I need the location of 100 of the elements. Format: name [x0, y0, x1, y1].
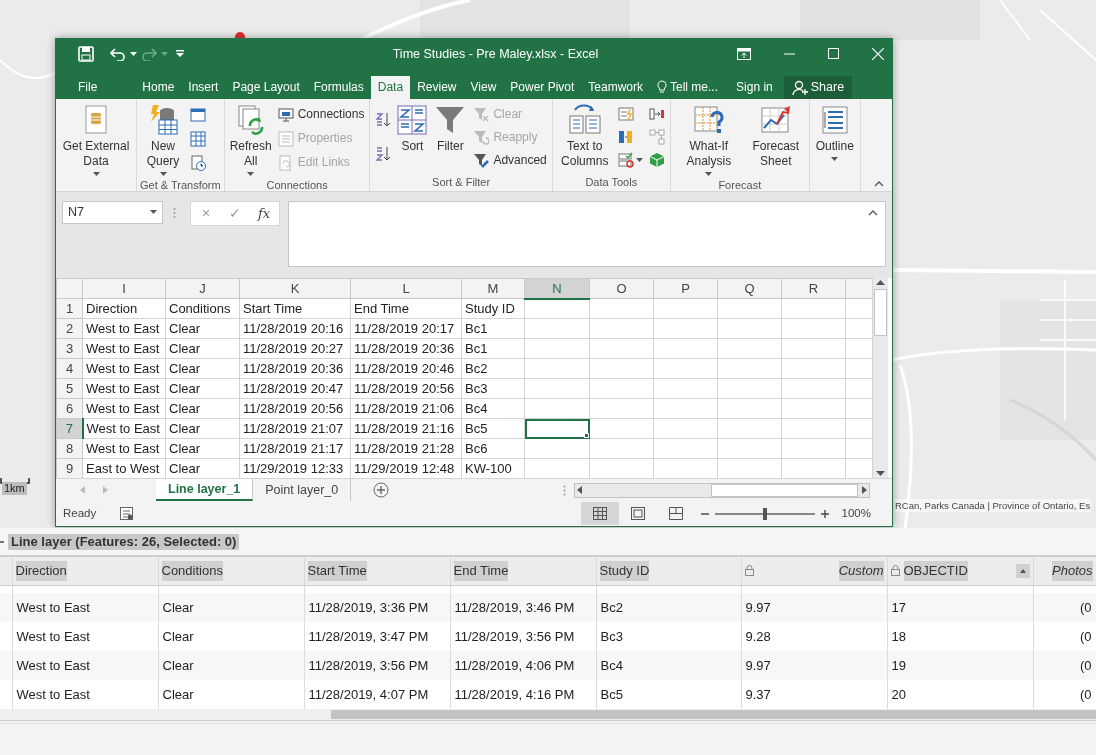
sheet-cell[interactable]: 11/28/2019 20:56 — [239, 398, 351, 419]
sheet-cell[interactable]: End Time — [350, 298, 462, 319]
table-icon[interactable] — [190, 130, 206, 147]
page-break-icon[interactable] — [668, 507, 683, 521]
column-header[interactable]: M — [461, 278, 525, 299]
down-arrow-icon[interactable] — [876, 471, 885, 477]
sheet-cell[interactable]: 11/28/2019 20:16 — [239, 318, 351, 339]
row-header[interactable]: 2 — [56, 318, 83, 339]
ribbon-button[interactable]: Filter — [431, 101, 470, 175]
ribbon-options-icon[interactable] — [737, 47, 751, 60]
sheet-cell[interactable]: 11/28/2019 21:16 — [350, 418, 462, 439]
column-header[interactable]: Custom — [838, 561, 884, 581]
ribbon-tab[interactable]: View — [463, 75, 504, 99]
column-header[interactable]: P — [653, 278, 718, 299]
ribbon-button[interactable]: Forecast Sheet — [745, 101, 806, 178]
column-header[interactable]: J — [165, 278, 240, 299]
column-header[interactable]: Start Time — [307, 561, 367, 581]
zoom-percent[interactable]: 100% — [841, 504, 871, 523]
sheet-cell[interactable]: Clear — [165, 318, 240, 339]
sheet-cell[interactable]: 11/28/2019 20:36 — [350, 338, 462, 359]
ribbon-button[interactable]: Advanced — [471, 151, 549, 170]
sheet-cell[interactable]: 11/28/2019 20:46 — [350, 358, 462, 379]
column-header[interactable]: N — [524, 278, 590, 299]
horizontal-scrollbar[interactable] — [0, 709, 1096, 721]
ribbon-tab[interactable]: File — [62, 75, 114, 99]
ribbon-button[interactable]: Connections — [275, 105, 367, 124]
sheet-cell[interactable]: West to East — [82, 398, 166, 419]
sheet-cell[interactable]: Direction — [82, 298, 166, 319]
column-header[interactable]: L — [350, 278, 462, 299]
row-header[interactable]: 5 — [56, 378, 83, 399]
horizontal-scrollbar[interactable] — [574, 482, 870, 498]
scrollbar-thumb[interactable] — [874, 289, 887, 337]
sheet-cell[interactable]: West to East — [82, 438, 166, 459]
sheet-cell[interactable]: 11/28/2019 20:47 — [239, 378, 351, 399]
ribbon-button[interactable]: Outline — [812, 101, 857, 175]
ribbon-button[interactable]: Text to Columns — [555, 101, 614, 175]
ribbon-tab[interactable]: Home — [135, 75, 182, 99]
right-arrow-icon[interactable] — [862, 486, 867, 495]
sheet-cell[interactable]: Bc2 — [461, 358, 525, 379]
validation-icon[interactable] — [617, 152, 634, 169]
ribbon-tab[interactable]: Power Pivot — [503, 75, 582, 99]
sheet-cell[interactable]: Study ID — [461, 298, 525, 319]
ribbon-button[interactable]: New Query — [140, 101, 186, 178]
close-icon[interactable] — [872, 47, 884, 60]
row-header[interactable]: 9 — [56, 458, 83, 479]
ribbon-button[interactable]: What-If Analysis — [673, 101, 744, 178]
ribbon-tab[interactable]: Formulas — [306, 75, 371, 99]
sheet-cell[interactable]: Bc3 — [461, 378, 525, 399]
fill-handle[interactable] — [584, 433, 589, 438]
sheet-cell[interactable]: 11/28/2019 20:56 — [350, 378, 462, 399]
sheet-cell[interactable]: 11/28/2019 21:07 — [239, 418, 351, 439]
save-icon[interactable] — [78, 45, 94, 62]
expand-icon[interactable] — [868, 209, 878, 216]
column-header[interactable]: O — [589, 278, 654, 299]
sheet-cell[interactable]: Clear — [165, 358, 240, 379]
sheet-cell[interactable]: Bc5 — [461, 418, 525, 439]
sheet-cell[interactable]: 11/28/2019 21:17 — [239, 438, 351, 459]
sort-ascending-icon[interactable] — [375, 111, 392, 128]
caret-icon[interactable] — [635, 158, 643, 163]
collapse-icon[interactable] — [874, 180, 884, 187]
ribbon-tab[interactable]: Page Layout — [225, 75, 307, 99]
sheet-cell[interactable]: Conditions — [165, 298, 240, 319]
column-header[interactable]: I — [82, 278, 166, 299]
row-header[interactable]: 1 — [56, 298, 83, 319]
sheet-cell[interactable]: West to East — [82, 338, 166, 359]
row-header[interactable]: 4 — [56, 358, 83, 379]
sheet-cell[interactable]: Bc1 — [461, 318, 525, 339]
insert-function-button[interactable]: fx — [251, 201, 277, 225]
sheet-cell[interactable]: West to East — [82, 358, 166, 379]
column-header[interactable]: Photos — [1052, 561, 1093, 581]
name-box[interactable]: N7 — [62, 200, 163, 224]
sheet-cell[interactable]: Clear — [165, 418, 240, 439]
vertical-scrollbar[interactable] — [872, 278, 888, 479]
column-header[interactable]: End Time — [453, 561, 509, 581]
columns-icon[interactable] — [617, 129, 634, 146]
column-header[interactable]: OBJECTID — [903, 561, 968, 581]
page-layout-icon[interactable] — [630, 507, 645, 521]
row-header[interactable]: 7 — [56, 418, 83, 439]
sheet-tab[interactable]: Line layer_1 — [156, 479, 254, 502]
row-header[interactable]: 3 — [56, 338, 83, 359]
customize-icon[interactable] — [176, 50, 184, 58]
formula-field[interactable] — [288, 200, 886, 267]
column-header[interactable]: Study ID — [599, 561, 650, 581]
window-icon[interactable] — [190, 106, 206, 123]
active-cell[interactable] — [524, 418, 590, 439]
sheet-cell[interactable]: Clear — [165, 398, 240, 419]
macro-record-icon[interactable] — [120, 507, 134, 521]
consolidate-icon[interactable] — [648, 106, 665, 123]
sheet-cell[interactable]: 11/28/2019 20:36 — [239, 358, 351, 379]
sheet-cell[interactable]: 11/28/2019 20:27 — [239, 338, 351, 359]
sheet-cell[interactable]: Clear — [165, 378, 240, 399]
ribbon-button[interactable]: Refresh All — [227, 101, 274, 178]
sheet-cell[interactable]: Clear — [165, 338, 240, 359]
sheet-cell[interactable]: Clear — [165, 438, 240, 459]
sheet-cell[interactable]: West to East — [82, 418, 166, 439]
sheet-cell[interactable]: 11/28/2019 20:17 — [350, 318, 462, 339]
column-header[interactable]: Direction — [15, 561, 67, 581]
column-header[interactable]: R — [781, 278, 846, 299]
ribbon-tab[interactable]: Data — [370, 75, 411, 99]
ribbon-tab[interactable]: Teamwork — [581, 75, 650, 99]
